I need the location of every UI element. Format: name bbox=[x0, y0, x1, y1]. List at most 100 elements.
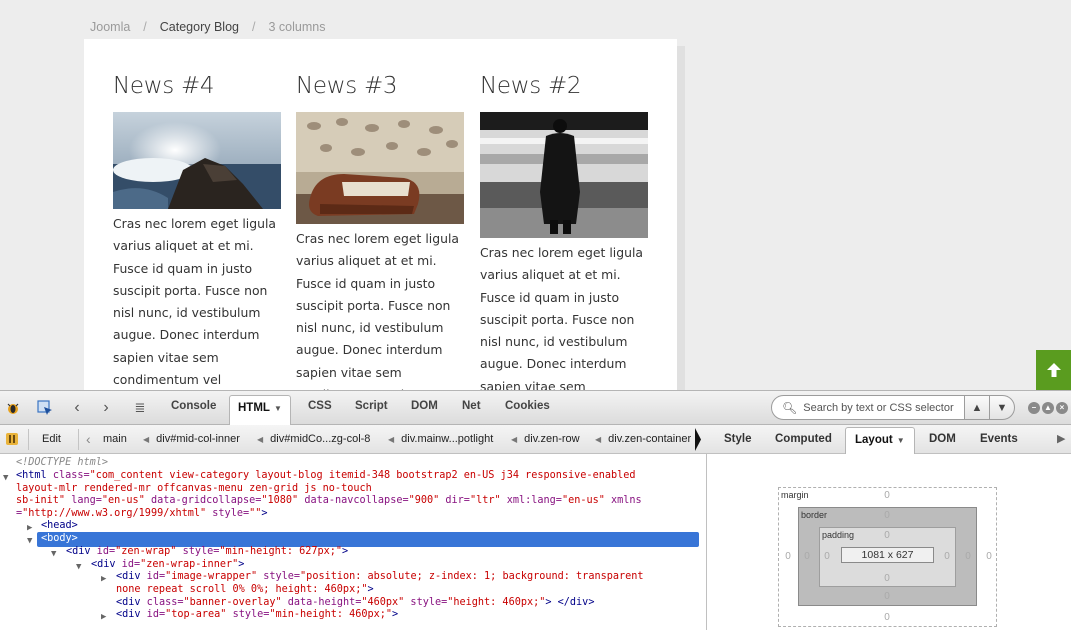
margin-top-value[interactable]: 0 bbox=[880, 490, 894, 501]
crumb-arrow-icon: ◀ bbox=[143, 435, 150, 444]
html-crumb[interactable]: ◀ div.zen-container bbox=[595, 433, 691, 445]
article-image-waves[interactable] bbox=[113, 112, 281, 209]
scroll-to-top-button[interactable] bbox=[1036, 350, 1071, 390]
tab-net[interactable]: Net bbox=[462, 400, 481, 412]
side-tab-computed[interactable]: Computed bbox=[775, 433, 832, 445]
tree-node-image-wrapper-cont: none repeat scroll 0% 0%; height: 460px;… bbox=[116, 584, 374, 595]
article-card: News #4 Cras nec lorem eget ligula variu… bbox=[113, 73, 281, 436]
border-label: border bbox=[801, 510, 828, 520]
tree-node-zen-wrap-inner[interactable]: <div id="zen-wrap-inner"> bbox=[91, 559, 244, 572]
side-tab-events[interactable]: Events bbox=[980, 433, 1018, 445]
html-crumb-label: div#midCo...zg-col-8 bbox=[270, 433, 371, 445]
tree-node-top-area[interactable]: <div id="top-area" style="min-height: 46… bbox=[116, 609, 398, 622]
tab-cookies[interactable]: Cookies bbox=[505, 400, 550, 412]
tab-html[interactable]: HTML ▼ bbox=[229, 395, 291, 426]
article-title[interactable]: News #2 bbox=[480, 73, 648, 112]
tree-node-html-cont: ="http://www.w3.org/1999/xhtml" style=""… bbox=[16, 507, 268, 519]
back-arrow-icon[interactable]: ‹ bbox=[70, 399, 84, 417]
firebug-bug-icon[interactable] bbox=[5, 400, 21, 416]
edit-button[interactable]: Edit bbox=[42, 433, 61, 445]
content-size[interactable]: 1081 x 627 bbox=[841, 547, 934, 563]
tab-dom[interactable]: DOM bbox=[411, 400, 438, 412]
tree-node-doctype[interactable]: <!DOCTYPE html> bbox=[16, 457, 108, 470]
article-title[interactable]: News #4 bbox=[113, 73, 281, 112]
tree-node-zen-wrap[interactable]: <div id="zen-wrap" style="min-height: 62… bbox=[66, 546, 348, 559]
breadcrumb-link-category[interactable]: Category Blog bbox=[160, 20, 239, 34]
border-top-value[interactable]: 0 bbox=[880, 510, 894, 521]
tree-node-banner-overlay[interactable]: <div class="banner-overlay" data-height=… bbox=[116, 597, 594, 610]
html-crumb-label: div.zen-row bbox=[524, 433, 580, 445]
expand-toggle-icon[interactable]: ▼ bbox=[27, 535, 32, 548]
crumb-arrow-icon: ◀ bbox=[257, 435, 264, 444]
detach-icon[interactable]: ▲ bbox=[1042, 402, 1054, 414]
padding-right-value[interactable]: 0 bbox=[940, 551, 954, 562]
search-previous-button[interactable]: ▲ bbox=[964, 395, 990, 420]
side-tab-dom[interactable]: DOM bbox=[929, 433, 956, 445]
side-tabs-more-icon[interactable]: ▶ bbox=[1057, 432, 1065, 445]
layout-pane: margin 0 0 0 0 border 0 0 0 0 padding 0 … bbox=[707, 454, 1071, 630]
margin-box: margin 0 0 0 0 border 0 0 0 0 padding 0 … bbox=[778, 487, 997, 627]
tree-node-html[interactable]: <html class="com_content view-category l… bbox=[16, 470, 636, 483]
html-crumb[interactable]: main bbox=[103, 433, 127, 445]
padding-bottom-value[interactable]: 0 bbox=[880, 573, 894, 584]
article-card: News #2 Cras nec lorem eget ligula variu… bbox=[480, 73, 648, 443]
padding-top-value[interactable]: 0 bbox=[880, 530, 894, 541]
article-image-train[interactable] bbox=[480, 112, 648, 238]
forward-arrow-icon[interactable]: › bbox=[99, 399, 113, 417]
tab-css[interactable]: CSS bbox=[308, 400, 332, 412]
html-crumb-label: main bbox=[103, 433, 127, 445]
side-tab-layout[interactable]: Layout ▼ bbox=[845, 427, 915, 455]
tree-node-html-cont: layout-mlr rendered-mr offcanvas-menu ze… bbox=[16, 482, 372, 494]
expand-toggle-icon[interactable]: ▶ bbox=[101, 573, 106, 586]
search-input[interactable] bbox=[803, 401, 964, 414]
tab-script[interactable]: Script bbox=[355, 400, 388, 412]
tab-html-label: HTML bbox=[238, 402, 270, 414]
padding-left-value[interactable]: 0 bbox=[820, 551, 834, 562]
html-crumb[interactable]: ◀ div#midCo...zg-col-8 bbox=[257, 433, 370, 445]
html-crumb-label: div#mid-col-inner bbox=[156, 433, 240, 445]
breadcrumb-separator: / bbox=[252, 20, 256, 34]
border-right-value[interactable]: 0 bbox=[961, 551, 975, 562]
border-left-value[interactable]: 0 bbox=[800, 551, 814, 562]
expand-toggle-icon[interactable]: ▼ bbox=[3, 472, 8, 485]
border-bottom-value[interactable]: 0 bbox=[880, 591, 894, 602]
html-crumb[interactable]: ◀ div#mid-col-inner bbox=[143, 433, 240, 445]
close-icon[interactable]: × bbox=[1056, 402, 1068, 414]
minimize-icon[interactable]: – bbox=[1028, 402, 1040, 414]
chevron-down-icon: ▼ bbox=[896, 436, 905, 445]
crumb-arrow-icon: ◀ bbox=[388, 435, 395, 444]
breadcrumb-link-home[interactable]: Joomla bbox=[90, 20, 130, 34]
html-tree: <!DOCTYPE html> ▼ <html class="com_conte… bbox=[0, 454, 706, 630]
margin-label: margin bbox=[781, 490, 809, 500]
tree-node-head[interactable]: <head> bbox=[41, 520, 78, 533]
command-editor-icon[interactable]: ≣ bbox=[131, 399, 149, 417]
expand-toggle-icon[interactable]: ▶ bbox=[27, 522, 32, 535]
expand-toggle-icon[interactable]: ▼ bbox=[76, 561, 81, 574]
side-tab-layout-label: Layout bbox=[855, 434, 893, 446]
break-on-mutate-icon[interactable] bbox=[5, 432, 19, 446]
margin-bottom-value[interactable]: 0 bbox=[880, 612, 894, 623]
expand-toggle-icon[interactable]: ▼ bbox=[51, 548, 56, 561]
breadcrumb-current: 3 columns bbox=[268, 20, 326, 34]
side-tab-style[interactable]: Style bbox=[724, 433, 752, 445]
article-image-wallet[interactable] bbox=[296, 112, 464, 224]
html-crumb-label: div.zen-container bbox=[608, 433, 692, 445]
margin-left-value[interactable]: 0 bbox=[781, 551, 795, 562]
expand-toggle-icon[interactable]: ▶ bbox=[101, 611, 106, 624]
margin-right-value[interactable]: 0 bbox=[982, 551, 996, 562]
inspect-element-icon[interactable] bbox=[36, 399, 54, 417]
breadcrumb-scroll-right-icon[interactable] bbox=[694, 425, 702, 454]
search-next-button[interactable]: ▼ bbox=[989, 395, 1015, 420]
article-title[interactable]: News #3 bbox=[296, 73, 464, 112]
breadcrumb: Joomla / Category Blog / 3 columns bbox=[90, 20, 325, 34]
scrollbar-track[interactable] bbox=[677, 46, 685, 390]
toolbar-divider bbox=[28, 429, 29, 450]
tree-node-image-wrapper[interactable]: <div id="image-wrapper" style="position:… bbox=[116, 571, 644, 584]
crumb-arrow-icon: ◀ bbox=[511, 435, 518, 444]
html-crumb[interactable]: ◀ div.zen-row bbox=[511, 433, 580, 445]
breadcrumb-scroll-left-icon[interactable]: ‹ bbox=[86, 431, 91, 447]
search-box[interactable]: 🔍︎ bbox=[771, 395, 965, 420]
tab-console[interactable]: Console bbox=[171, 400, 216, 412]
tree-node-body[interactable]: <body> bbox=[41, 533, 78, 546]
html-crumb[interactable]: ◀ div.mainw...potlight bbox=[388, 433, 493, 445]
